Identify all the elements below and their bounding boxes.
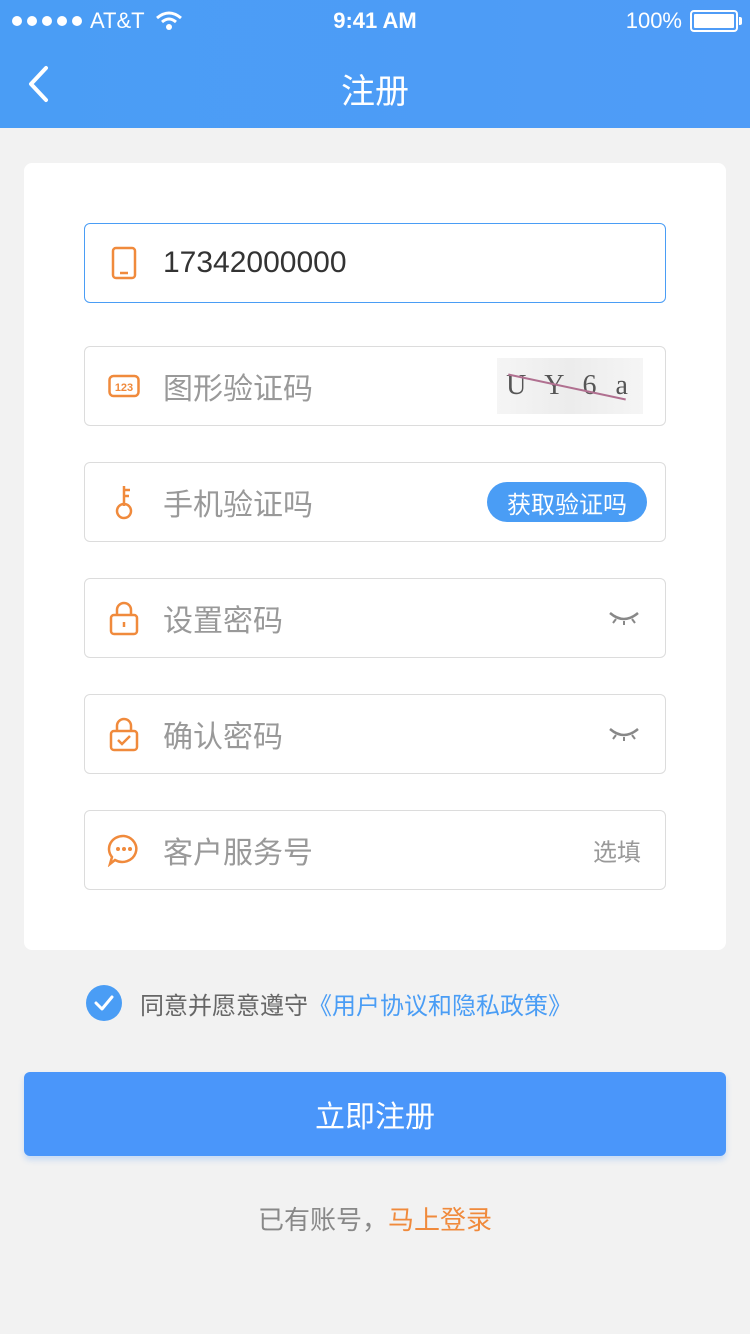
battery-icon — [690, 10, 742, 32]
phone-icon — [107, 246, 141, 280]
get-code-button[interactable]: 获取验证吗 — [487, 482, 647, 522]
captcha-placeholder: 图形验证码 — [163, 372, 313, 407]
password-field[interactable]: 设置密码 — [84, 578, 666, 658]
eye-closed-icon[interactable] — [607, 608, 641, 628]
header-bar: AT&T 9:41 AM 100% 注册 — [0, 0, 750, 128]
eye-closed-icon[interactable] — [607, 724, 641, 744]
battery-percent: 100% — [625, 8, 682, 33]
number-123-icon: 123 — [107, 369, 141, 403]
page-title: 注册 — [341, 72, 409, 112]
lock-icon — [107, 601, 141, 636]
login-link[interactable]: 马上登录 — [388, 1206, 492, 1236]
confirm-password-field[interactable]: 确认密码 — [84, 694, 666, 774]
password-placeholder: 设置密码 — [163, 604, 283, 639]
status-right: 100% — [625, 8, 742, 34]
optional-hint: 选填 — [593, 838, 641, 867]
confirm-placeholder: 确认密码 — [163, 720, 283, 755]
agreement-link[interactable]: 《用户协议和隐私政策》 — [308, 986, 572, 1021]
phone-field[interactable]: 17342000000 — [84, 223, 666, 303]
captcha-image[interactable]: U Y 6 a — [497, 358, 643, 414]
key-icon — [107, 485, 141, 520]
chat-bubble-icon — [107, 833, 141, 867]
register-button[interactable]: 立即注册 — [24, 1072, 726, 1156]
phone-value: 17342000000 — [163, 246, 347, 279]
captcha-field[interactable]: 123 图形验证码 U Y 6 a — [84, 346, 666, 426]
svg-text:123: 123 — [115, 382, 133, 394]
checkmark-icon — [94, 995, 114, 1011]
login-row: 已有账号，马上登录 — [0, 1200, 750, 1237]
agreement-row: 同意并愿意遵守 《用户协议和隐私政策》 — [86, 985, 572, 1021]
service-number-field[interactable]: 客户服务号 选填 — [84, 810, 666, 890]
login-prompt: 已有账号， — [257, 1206, 388, 1236]
service-placeholder: 客户服务号 — [163, 836, 313, 871]
agree-checkbox[interactable] — [86, 985, 122, 1021]
agreement-text: 同意并愿意遵守 — [140, 991, 308, 1020]
status-bar: AT&T 9:41 AM 100% — [0, 0, 750, 40]
lock-check-icon — [107, 717, 141, 752]
sms-placeholder: 手机验证吗 — [163, 488, 313, 523]
sms-code-field[interactable]: 手机验证吗 获取验证吗 — [84, 462, 666, 542]
